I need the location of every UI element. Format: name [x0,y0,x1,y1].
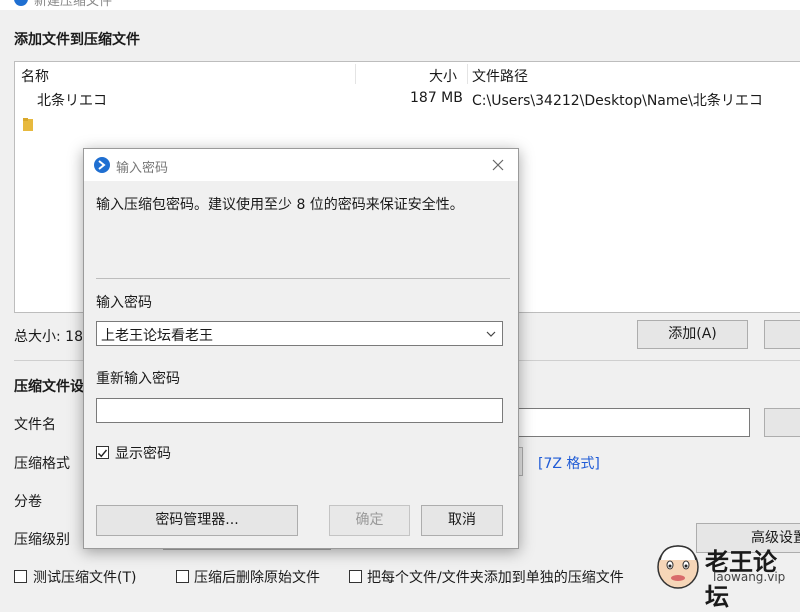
show-password-checkbox[interactable] [96,446,109,459]
level-label: 压缩级别 [14,532,70,548]
test-archive-checkbox[interactable] [14,570,27,583]
app-icon [94,157,110,173]
app-icon [14,0,28,6]
format-link[interactable]: [7Z 格式] [538,453,600,473]
column-header-path[interactable]: 文件路径 [472,66,528,86]
show-password-label[interactable]: 显示密码 [115,443,171,463]
password-manager-button[interactable]: 密码管理器... [96,505,298,536]
delete-after-label[interactable]: 压缩后删除原始文件 [194,567,320,587]
filename-label: 文件名 [14,417,56,433]
column-separator[interactable] [355,64,356,84]
add-files-title: 添加文件到压缩文件 [14,32,140,48]
close-icon[interactable] [492,159,504,171]
cancel-button[interactable]: 取消 [421,505,503,536]
row-name: 北条リエコ [37,93,107,109]
password-input[interactable]: 上老王论坛看老王 [96,321,503,346]
column-separator[interactable] [467,64,468,84]
row-size: 187 MB [410,90,463,106]
dialog-title: 输入密码 [116,161,169,176]
repeat-password-label: 重新输入密码 [96,371,180,387]
separate-archives-checkbox[interactable] [349,570,362,583]
window-titlebar: 新建压缩文件 [0,0,800,10]
dialog-description: 输入压缩包密码。建议使用至少 8 位的密码来保证安全性。 [96,197,464,213]
watermark-url: laowang.vip [713,570,786,584]
mascot-face-icon [657,545,699,589]
table-row[interactable]: 北条リエコ 187 MB C:\Users\34212\Desktop\Name… [15,88,800,131]
dialog-divider [96,278,510,279]
browse-button[interactable] [764,408,800,437]
column-header-size[interactable]: 大小 [429,66,457,86]
settings-title: 压缩文件设 [14,379,84,395]
format-label: 压缩格式 [14,456,70,472]
ok-button[interactable]: 确定 [329,505,410,536]
checkmark-icon [98,449,108,458]
watermark: 老王论坛 laowang.vip [655,540,800,611]
row-path: C:\Users\34212\Desktop\Name\北条リエコ [472,93,763,109]
password-label: 输入密码 [96,295,152,311]
dialog-titlebar: 输入密码 [84,149,518,181]
split-label: 分卷 [14,494,42,510]
window-title: 新建压缩文件 [34,0,113,9]
filename-input[interactable] [500,408,750,437]
separate-archives-label[interactable]: 把每个文件/文件夹添加到单独的压缩文件 [367,567,624,587]
partial-button[interactable] [764,320,800,349]
chevron-down-icon[interactable] [486,331,496,337]
test-archive-label[interactable]: 测试压缩文件(T) [33,567,136,587]
password-value: 上老王论坛看老王 [101,328,213,344]
delete-after-checkbox[interactable] [176,570,189,583]
column-header-name[interactable]: 名称 [21,66,49,86]
password-dialog: 输入密码 输入压缩包密码。建议使用至少 8 位的密码来保证安全性。 输入密码 上… [83,148,519,549]
total-size-label: 总大小: 187 [14,329,92,345]
add-button[interactable]: 添加(A) [637,320,748,349]
repeat-password-input[interactable] [96,398,503,423]
folder-icon [23,118,33,131]
